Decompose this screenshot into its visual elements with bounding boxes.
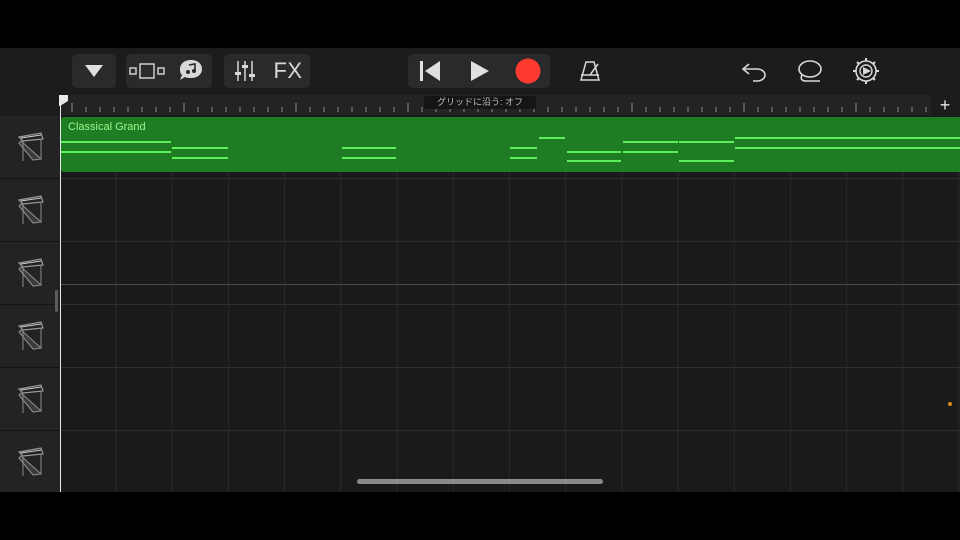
midi-note bbox=[623, 151, 678, 153]
midi-note bbox=[172, 157, 228, 159]
timeline-ruler[interactable]: グリッドに沿う: オフ + bbox=[0, 95, 960, 115]
view-toggle-button[interactable] bbox=[126, 54, 170, 88]
metronome-button[interactable] bbox=[570, 54, 610, 88]
midi-note bbox=[510, 157, 537, 159]
rewind-button[interactable] bbox=[408, 54, 452, 88]
dropdown-triangle-icon bbox=[85, 65, 103, 77]
settings-button[interactable] bbox=[846, 54, 886, 88]
midi-note bbox=[735, 147, 960, 149]
play-button[interactable] bbox=[458, 54, 502, 88]
mixer-button[interactable] bbox=[224, 54, 266, 88]
grand-piano-icon bbox=[17, 195, 44, 224]
undo-icon bbox=[741, 63, 766, 82]
home-indicator[interactable] bbox=[357, 479, 603, 484]
track-header-2[interactable] bbox=[0, 179, 60, 242]
tracks-area: Classical Grand bbox=[0, 116, 960, 492]
view-toggle-icon bbox=[129, 63, 165, 79]
tracks-dropdown-button[interactable] bbox=[72, 54, 116, 88]
midi-note bbox=[679, 141, 734, 143]
grand-piano-icon bbox=[17, 132, 44, 161]
loop-browser-button[interactable] bbox=[170, 54, 212, 88]
indicator-dot bbox=[948, 402, 952, 406]
midi-note bbox=[623, 141, 678, 143]
play-icon bbox=[471, 61, 489, 81]
lasso-icon bbox=[798, 60, 822, 82]
app-window: FX グリッドに沿う: オフ + Classical Grand bbox=[0, 48, 960, 492]
midi-note bbox=[735, 137, 960, 139]
track-header-6[interactable] bbox=[0, 431, 60, 492]
midi-note bbox=[342, 157, 396, 159]
undo-button[interactable] bbox=[734, 54, 774, 88]
fx-label: FX bbox=[273, 58, 303, 83]
drag-guide-line bbox=[60, 284, 960, 285]
fx-button[interactable]: FX bbox=[266, 54, 310, 88]
region-name: Classical Grand bbox=[68, 121, 146, 133]
rewind-icon bbox=[420, 61, 440, 81]
grand-piano-icon bbox=[17, 447, 44, 476]
record-icon bbox=[515, 58, 541, 84]
midi-note bbox=[567, 160, 621, 162]
add-section-button[interactable]: + bbox=[936, 95, 954, 115]
track-header-3[interactable] bbox=[0, 242, 60, 305]
lasso-button[interactable] bbox=[790, 54, 830, 88]
grand-piano-icon bbox=[17, 258, 44, 287]
track-header-5[interactable] bbox=[0, 368, 60, 431]
settings-gear-icon bbox=[853, 58, 879, 84]
playhead-line bbox=[60, 95, 61, 492]
track-lane-4[interactable] bbox=[60, 305, 960, 368]
metronome-icon bbox=[580, 61, 600, 81]
midi-note bbox=[567, 151, 621, 153]
track-headers bbox=[0, 116, 60, 492]
track-header-1[interactable] bbox=[0, 116, 60, 179]
midi-note bbox=[342, 147, 396, 149]
loop-browser-icon bbox=[180, 60, 202, 80]
track-lane-5[interactable] bbox=[60, 368, 960, 431]
toolbar: FX bbox=[0, 48, 960, 95]
midi-note bbox=[61, 141, 171, 143]
midi-note bbox=[172, 147, 228, 149]
grand-piano-icon bbox=[17, 321, 44, 350]
track-header-4[interactable] bbox=[0, 305, 60, 368]
mixer-sliders-icon bbox=[235, 61, 255, 81]
midi-note bbox=[679, 160, 734, 162]
midi-note bbox=[61, 151, 171, 153]
track-lane-2[interactable] bbox=[60, 179, 960, 242]
midi-region-classical-grand[interactable]: Classical Grand bbox=[61, 117, 960, 172]
track-resize-grip[interactable] bbox=[55, 290, 58, 312]
track-lane-3[interactable] bbox=[60, 242, 960, 305]
midi-note bbox=[510, 147, 537, 149]
grand-piano-icon bbox=[17, 384, 44, 413]
midi-note bbox=[539, 137, 565, 139]
record-button[interactable] bbox=[506, 54, 550, 88]
snap-to-grid-label: グリッドに沿う: オフ bbox=[424, 96, 536, 109]
